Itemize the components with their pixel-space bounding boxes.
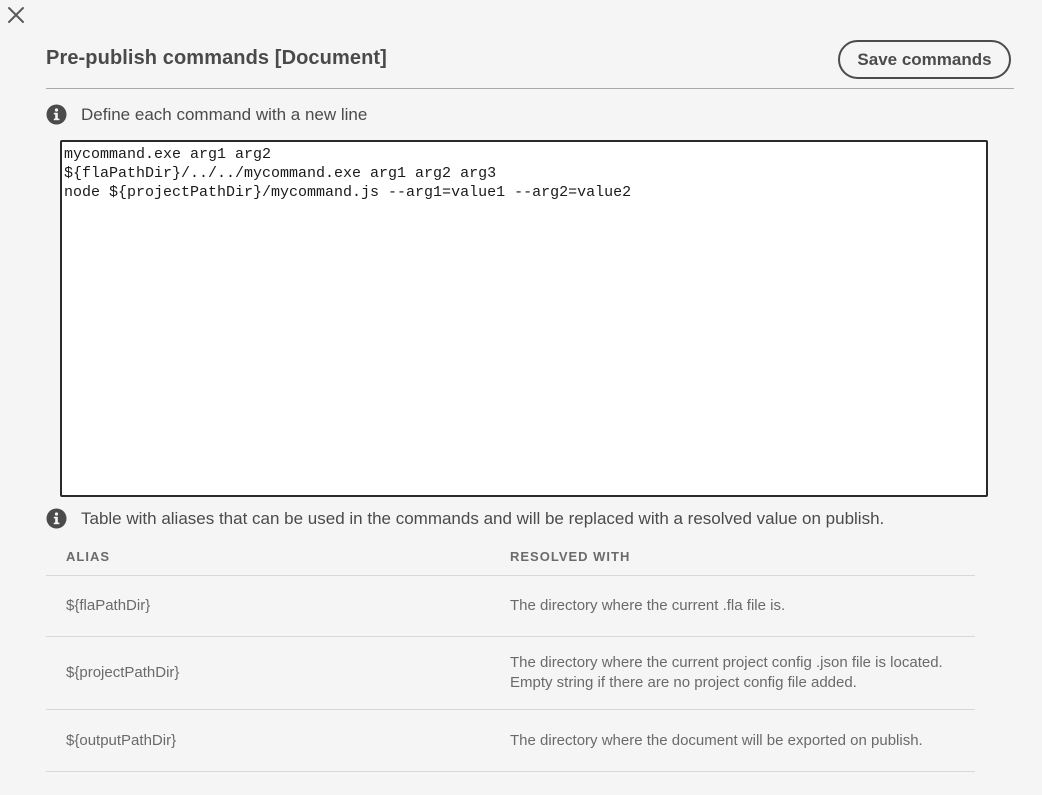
table-row: ${flaPathDir} The directory where the cu… bbox=[46, 576, 975, 637]
alias-hint-row: Table with aliases that can be used in t… bbox=[46, 508, 884, 529]
resolved-cell: The directory where the current project … bbox=[510, 654, 943, 691]
dialog-title: Pre-publish commands [Document] bbox=[46, 47, 387, 69]
resolved-cell: The directory where the document will be… bbox=[510, 731, 923, 749]
info-icon bbox=[46, 104, 67, 125]
alias-cell: ${projectPathDir} bbox=[66, 664, 180, 681]
info-icon bbox=[46, 508, 67, 529]
define-hint-row: Define each command with a new line bbox=[46, 104, 367, 125]
header-alias: ALIAS bbox=[66, 548, 110, 564]
commands-editor[interactable] bbox=[60, 140, 988, 497]
save-commands-button[interactable]: Save commands bbox=[838, 40, 1011, 79]
table-header: ALIAS RESOLVED WITH bbox=[46, 537, 975, 576]
title-divider bbox=[46, 88, 1014, 89]
alias-table: ALIAS RESOLVED WITH ${flaPathDir} The di… bbox=[46, 537, 975, 772]
alias-cell: ${outputPathDir} bbox=[66, 731, 177, 749]
table-row: ${outputPathDir} The directory where the… bbox=[46, 710, 975, 772]
close-icon[interactable] bbox=[6, 5, 26, 25]
alias-hint-text: Table with aliases that can be used in t… bbox=[81, 508, 885, 528]
table-row: ${projectPathDir} The directory where th… bbox=[46, 637, 975, 710]
resolved-cell: The directory where the current .fla fil… bbox=[510, 597, 786, 614]
alias-cell: ${flaPathDir} bbox=[66, 597, 151, 614]
header-resolved: RESOLVED WITH bbox=[510, 548, 631, 564]
define-hint-text: Define each command with a new line bbox=[81, 104, 368, 124]
close-glyph bbox=[8, 7, 24, 23]
